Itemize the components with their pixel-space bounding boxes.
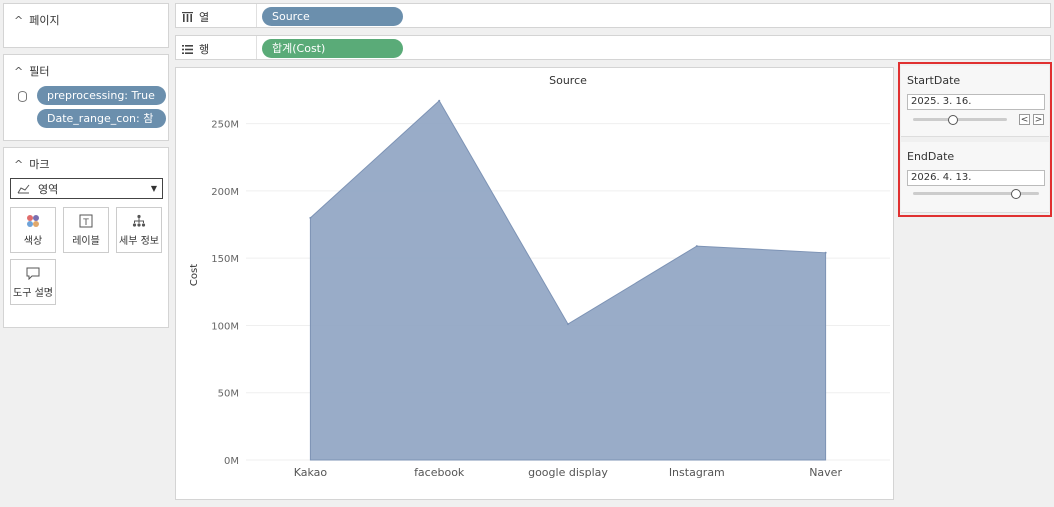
data-point-google-display[interactable]	[567, 323, 569, 326]
datasource-icon	[18, 91, 27, 102]
columns-pill-source[interactable]: Source	[262, 7, 403, 26]
mark-type-label: 영역	[38, 182, 59, 196]
y-tick-label: 200M	[211, 187, 239, 198]
y-tick-label: 100M	[211, 321, 239, 332]
y-tick-label: 250M	[211, 120, 239, 131]
start-date-parameter: StartDate 2025. 3. 16. < >	[901, 66, 1049, 137]
collapse-caret-icon[interactable]: ^	[14, 14, 23, 27]
y-tick-label: 150M	[211, 254, 239, 265]
rows-shelf[interactable]: 행 합계(Cost)	[175, 35, 1051, 60]
mark-type-dropdown[interactable]: 영역 ▼	[10, 178, 163, 199]
pages-card: ^ 페이지	[3, 3, 169, 48]
pages-card-title: 페이지	[29, 14, 60, 27]
y-tick-label: 0M	[224, 456, 239, 467]
label-button[interactable]: T 레이블	[63, 207, 109, 253]
rows-icon	[182, 44, 193, 54]
shelf-divider	[256, 36, 257, 59]
end-date-slider-thumb[interactable]	[1011, 189, 1022, 199]
data-point-naver[interactable]	[824, 251, 827, 254]
pages-card-header[interactable]: ^ 페이지	[14, 12, 60, 28]
detail-button-label: 세부 정보	[119, 236, 159, 247]
parameter-panel: StartDate 2025. 3. 16. < > EndDate 2026.…	[898, 62, 1052, 217]
color-button[interactable]: 색상	[10, 207, 56, 253]
start-date-title: StartDate	[907, 74, 961, 87]
color-dots-icon	[27, 215, 39, 227]
label-button-label: 레이블	[72, 236, 100, 247]
start-date-slider-thumb[interactable]	[948, 115, 959, 125]
collapse-caret-icon[interactable]: ^	[14, 65, 23, 78]
chevron-down-icon: ▼	[150, 184, 157, 193]
filter-pill-date-range[interactable]: Date_range_con: 참	[37, 109, 166, 128]
area-chart-icon	[17, 184, 30, 193]
filters-card-title: 필터	[29, 65, 50, 78]
columns-shelf-title: 열	[199, 11, 210, 24]
columns-shelf-label: 열	[182, 9, 257, 25]
tooltip-icon	[26, 267, 40, 280]
filter-pill-preprocessing[interactable]: preprocessing: True	[37, 86, 166, 105]
y-tick-label: 50M	[218, 389, 239, 400]
filters-card: ^ 필터 preprocessing: True Date_range_con:…	[3, 54, 169, 141]
shelf-divider	[256, 4, 257, 27]
x-tick-label: google display	[528, 466, 608, 479]
data-point-facebook[interactable]	[438, 99, 441, 102]
tooltip-button-label: 도구 설명	[13, 288, 53, 299]
end-date-title: EndDate	[907, 150, 955, 163]
collapse-caret-icon[interactable]: ^	[14, 158, 23, 171]
start-date-slider-track[interactable]	[913, 118, 1007, 121]
rows-pill-cost[interactable]: 합계(Cost)	[262, 39, 403, 58]
label-icon: T	[79, 214, 93, 228]
svg-text:T: T	[82, 218, 89, 228]
data-point-kakao[interactable]	[309, 216, 312, 219]
area-chart: Source Cost 0M 50M 100M 150M 200M 250M Kakao f…	[189, 74, 890, 479]
filters-card-header[interactable]: ^ 필터	[14, 63, 49, 79]
area-series-cost[interactable]	[309, 99, 827, 461]
color-button-label: 색상	[23, 236, 43, 247]
detail-icon	[132, 214, 146, 227]
data-point-instagram[interactable]	[695, 245, 698, 248]
marks-card: ^ 마크 영역 ▼ 색상 T 레이블 세부 정보 도구 설명	[3, 147, 169, 328]
columns-icon	[182, 11, 193, 22]
x-tick-label: Naver	[809, 466, 842, 479]
rows-shelf-title: 행	[199, 43, 210, 56]
end-date-parameter: EndDate 2026. 4. 13.	[901, 142, 1049, 213]
marks-card-header[interactable]: ^ 마크	[14, 156, 49, 172]
tooltip-button[interactable]: 도구 설명	[10, 259, 56, 305]
x-tick-label: facebook	[414, 466, 465, 479]
columns-shelf[interactable]: 열 Source	[175, 3, 1051, 28]
next-step-button[interactable]: >	[1033, 114, 1044, 125]
x-tick-label: Kakao	[294, 466, 328, 479]
start-date-input[interactable]: 2025. 3. 16.	[907, 94, 1045, 110]
chart-title: Source	[549, 74, 587, 87]
detail-button[interactable]: 세부 정보	[116, 207, 162, 253]
chart-area: Source Cost 0M 50M 100M 150M 200M 250M Kakao f…	[175, 67, 894, 500]
y-axis-label: Cost	[189, 264, 200, 286]
prev-step-button[interactable]: <	[1019, 114, 1030, 125]
marks-card-title: 마크	[29, 158, 50, 171]
x-tick-label: Instagram	[669, 466, 725, 479]
end-date-input[interactable]: 2026. 4. 13.	[907, 170, 1045, 186]
rows-shelf-label: 행	[182, 41, 257, 57]
